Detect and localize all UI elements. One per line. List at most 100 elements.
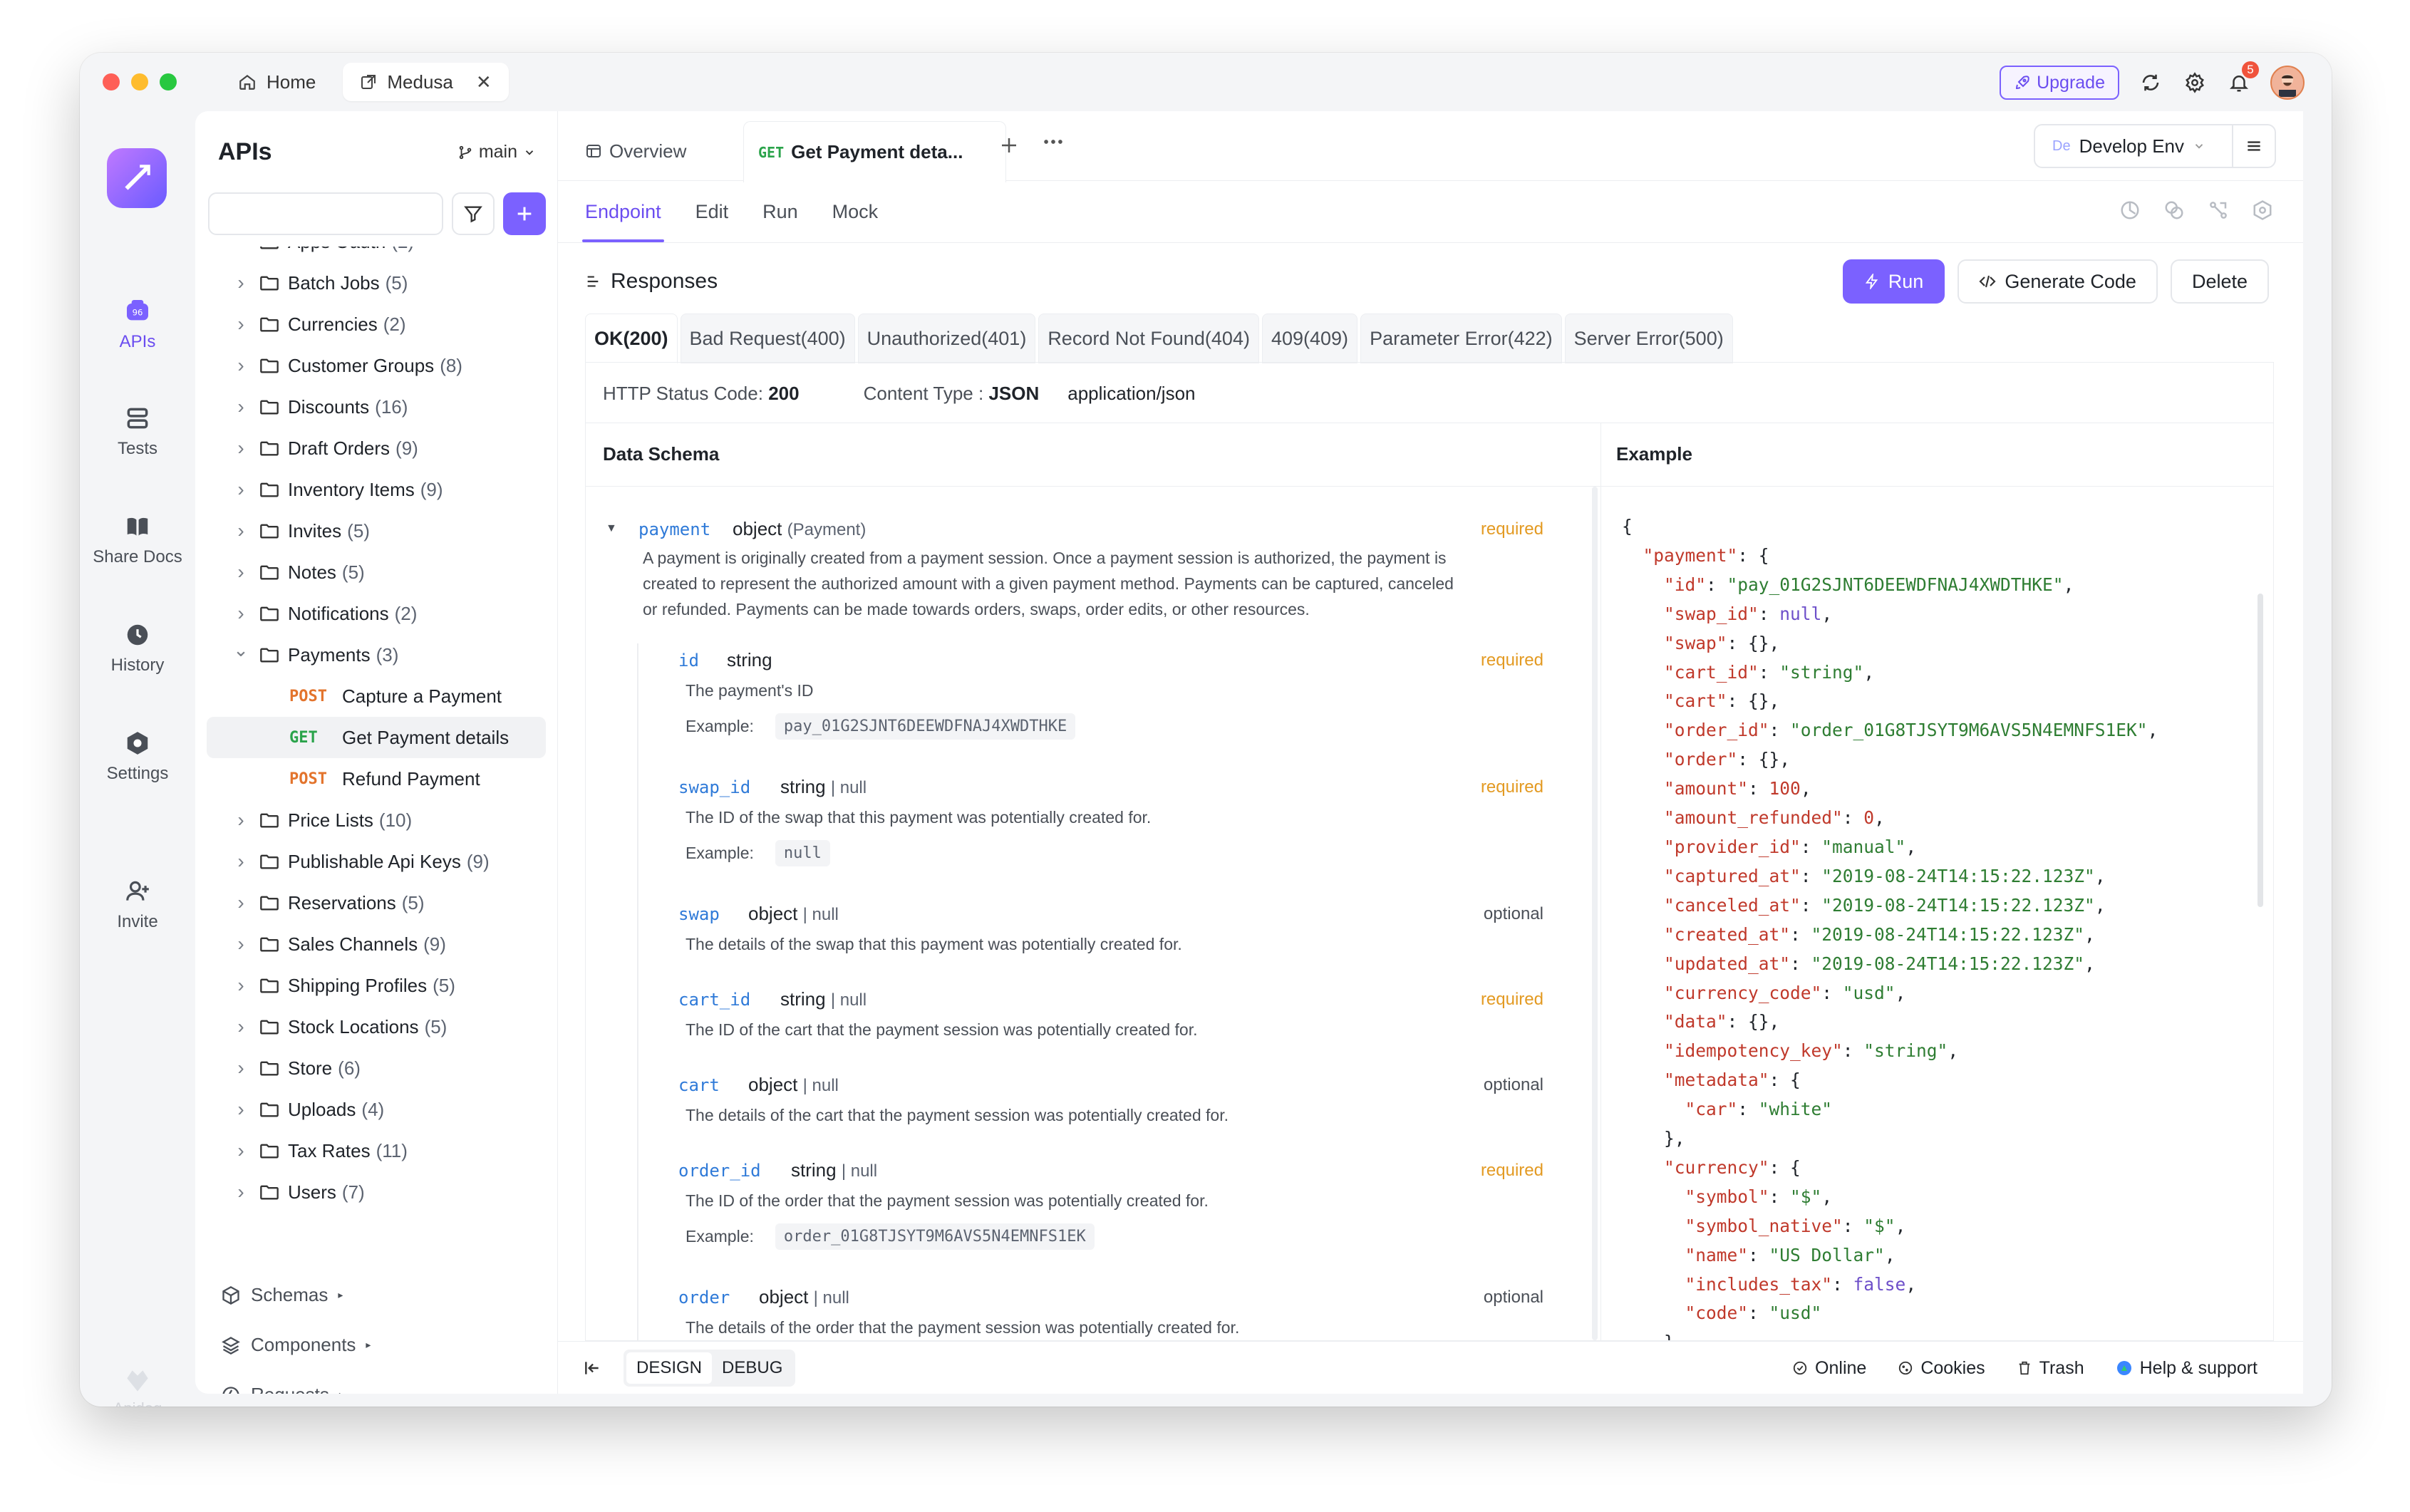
chevron-right-icon[interactable]: › <box>228 1015 254 1038</box>
upgrade-button[interactable]: Upgrade <box>2000 66 2119 100</box>
rail-item-invite[interactable]: Invite <box>80 878 195 932</box>
sidebar-group-components[interactable]: Components ▸ <box>221 1334 371 1356</box>
chevron-right-icon[interactable]: › <box>228 974 254 997</box>
chevron-right-icon[interactable]: › <box>228 850 254 873</box>
folder-item[interactable]: › Reservations (5) <box>195 882 557 923</box>
sidebar-group-requests[interactable]: Requests ▸ <box>221 1384 344 1394</box>
add-api-button[interactable] <box>503 192 546 235</box>
status-tab-409[interactable]: 409(409) <box>1261 314 1358 363</box>
subtab-mock[interactable]: Mock <box>832 201 879 223</box>
chevron-right-icon[interactable]: › <box>228 437 254 460</box>
search-input[interactable] <box>232 204 453 224</box>
folder-item[interactable]: › Batch Jobs (5) <box>195 262 557 304</box>
chevron-right-icon[interactable]: › <box>228 313 254 336</box>
folder-item[interactable]: › Users (7) <box>195 1171 557 1213</box>
status-tab-200[interactable]: OK(200) <box>585 314 678 363</box>
rail-item-history[interactable]: History <box>80 621 195 675</box>
folder-item[interactable]: ⌄ Payments (3) <box>195 634 557 675</box>
collapse-sidebar-button[interactable] <box>578 1359 606 1377</box>
folder-item[interactable]: › Invites (5) <box>195 510 557 552</box>
filter-button[interactable] <box>452 192 495 235</box>
status-tab-404[interactable]: Record Not Found(404) <box>1038 314 1259 363</box>
endpoint-item[interactable]: POST Refund Payment <box>195 758 557 799</box>
chevron-right-icon[interactable]: › <box>228 891 254 914</box>
folder-item[interactable]: › Shipping Profiles (5) <box>195 965 557 1006</box>
online-status[interactable]: Online <box>1792 1358 1866 1379</box>
chevron-right-icon[interactable]: › <box>228 1181 254 1203</box>
chevron-right-icon[interactable]: › <box>228 247 254 253</box>
sync-button[interactable] <box>2138 70 2163 95</box>
avatar[interactable] <box>2270 66 2305 100</box>
zoom-window-button[interactable] <box>160 73 177 90</box>
status-tab-500[interactable]: Server Error(500) <box>1564 314 1733 363</box>
minimize-window-button[interactable] <box>131 73 148 90</box>
field-name[interactable]: order <box>673 1286 735 1309</box>
share-link-icon[interactable] <box>2208 200 2229 221</box>
chevron-right-icon[interactable]: › <box>228 933 254 956</box>
notifications-button[interactable]: 5 <box>2226 61 2259 95</box>
mode-debug[interactable]: DEBUG <box>712 1352 792 1384</box>
cookies-button[interactable]: Cookies <box>1898 1358 1985 1379</box>
field-name[interactable]: id <box>673 649 705 672</box>
delete-button[interactable]: Delete <box>2170 259 2269 304</box>
branch-selector[interactable]: main <box>457 142 536 162</box>
gear-icon[interactable] <box>2252 200 2273 221</box>
field-name[interactable]: order_id <box>673 1159 767 1182</box>
folder-item[interactable]: › Discounts (16) <box>195 386 557 428</box>
rail-item-settings[interactable]: Settings <box>80 730 195 784</box>
collapse-triangle-icon[interactable]: ▼ <box>606 522 617 535</box>
generate-code-button[interactable]: Generate Code <box>1958 259 2158 304</box>
more-tabs-button[interactable] <box>1041 130 1065 160</box>
field-name[interactable]: cart_id <box>673 988 756 1011</box>
chevron-right-icon[interactable]: › <box>228 395 254 418</box>
settings-button[interactable] <box>2182 70 2208 95</box>
status-tab-401[interactable]: Unauthorized(401) <box>857 314 1036 363</box>
close-tab-icon[interactable]: ✕ <box>476 71 492 93</box>
schema-scrollbar[interactable] <box>1592 487 1598 1340</box>
new-tab-button[interactable] <box>998 133 1020 163</box>
env-menu-button[interactable] <box>2232 125 2275 167</box>
folder-item[interactable]: › Notes (5) <box>195 552 557 593</box>
field-name[interactable]: cart <box>673 1074 725 1097</box>
folder-item[interactable]: › Stock Locations (5) <box>195 1006 557 1047</box>
chevron-right-icon[interactable]: › <box>228 1057 254 1079</box>
folder-item[interactable]: › Customer Groups (8) <box>195 345 557 386</box>
env-dropdown[interactable]: De Develop Env <box>2035 135 2232 157</box>
status-icon[interactable] <box>2119 200 2141 221</box>
tab-get-payment-details[interactable]: GET Get Payment deta... <box>743 121 1007 182</box>
folder-item[interactable]: › Apps Oauth (2) <box>195 247 557 262</box>
help-support-button[interactable]: Help & support <box>2116 1358 2258 1379</box>
chevron-right-icon[interactable]: › <box>228 519 254 542</box>
chevron-right-icon[interactable]: › <box>228 1098 254 1121</box>
rail-item-tests[interactable]: Tests <box>80 405 195 459</box>
folder-item[interactable]: › Uploads (4) <box>195 1089 557 1130</box>
window-tab-home[interactable]: Home <box>221 63 333 101</box>
folder-item[interactable]: › Tax Rates (11) <box>195 1130 557 1171</box>
window-tab-medusa[interactable]: Medusa ✕ <box>343 63 509 101</box>
chevron-right-icon[interactable]: › <box>228 809 254 832</box>
status-tab-422[interactable]: Parameter Error(422) <box>1360 314 1562 363</box>
sidebar-group-schemas[interactable]: Schemas ▸ <box>221 1284 343 1306</box>
run-button[interactable]: Run <box>1842 259 1945 304</box>
rail-item-share-docs[interactable]: Share Docs <box>80 513 195 567</box>
trash-button[interactable]: Trash <box>2017 1358 2084 1379</box>
folder-item[interactable]: › Currencies (2) <box>195 304 557 345</box>
chevron-right-icon[interactable]: › <box>228 478 254 501</box>
folder-item[interactable]: › Price Lists (10) <box>195 799 557 841</box>
chevron-right-icon[interactable]: › <box>228 271 254 294</box>
subtab-endpoint[interactable]: Endpoint <box>582 181 664 242</box>
status-tab-400[interactable]: Bad Request(400) <box>680 314 855 363</box>
copy-icon[interactable] <box>2163 200 2185 221</box>
tab-overview[interactable]: Overview <box>585 121 686 181</box>
folder-item[interactable]: › Sales Channels (9) <box>195 923 557 965</box>
folder-item[interactable]: › Store (6) <box>195 1047 557 1089</box>
field-name[interactable]: payment <box>633 518 716 541</box>
field-name[interactable]: swap_id <box>673 776 756 799</box>
endpoint-item[interactable]: POST Capture a Payment <box>195 675 557 717</box>
folder-item[interactable]: › Inventory Items (9) <box>195 469 557 510</box>
folder-item[interactable]: › Publishable Api Keys (9) <box>195 841 557 882</box>
chevron-right-icon[interactable]: › <box>228 602 254 625</box>
chevron-right-icon[interactable]: › <box>228 561 254 584</box>
rail-item-apis[interactable]: 96 APIs <box>80 296 195 352</box>
mode-design[interactable]: DESIGN <box>626 1352 713 1384</box>
